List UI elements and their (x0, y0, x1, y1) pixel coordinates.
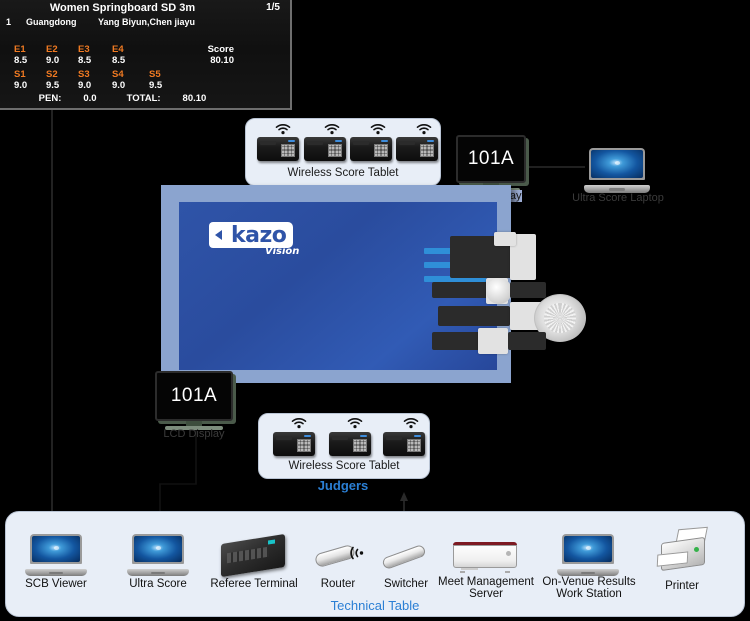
score-label-s2: S2 (46, 69, 58, 80)
scb-viewer-device[interactable] (25, 534, 87, 576)
wifi-icon (350, 545, 370, 568)
router-caption: Router (320, 578, 356, 590)
score-value-s5: 9.5 (149, 80, 163, 91)
lcd-display-bottom: 101A (155, 371, 233, 430)
score-label-e1: E1 (14, 44, 26, 55)
scb-viewer-caption: SCB Viewer (25, 578, 87, 590)
ultra-score-laptop (584, 148, 650, 193)
score-value-s3: 9.0 (78, 80, 92, 91)
on-venue-results-caption: On-Venue Results Work Station (533, 576, 645, 600)
scoreboard-penalty-row: PEN: 0.0 TOTAL: 80.10 (0, 93, 245, 104)
ultra-score-caption: Ultra Score (129, 578, 187, 590)
play-arrow-icon (209, 222, 227, 248)
wireless-score-tablet[interactable] (396, 137, 438, 161)
wireless-score-tablet[interactable] (257, 137, 299, 161)
score-label-s3: S3 (78, 69, 90, 80)
lcd-number: 101A (170, 385, 218, 406)
scoreboard-team: Guangdong (26, 17, 77, 27)
ultra-score-laptop-caption: Ultra Score Laptop (572, 192, 664, 204)
diagram-canvas: Women Springboard SD 3m 1/5 1 Guangdong … (0, 0, 750, 621)
wireless-score-tablet-group-bottom: Wireless Score Tablet (258, 413, 430, 479)
printer-caption: Printer (665, 580, 699, 592)
wireless-score-tablet[interactable] (383, 432, 425, 456)
server-caption-text: Meet Management Server (438, 576, 534, 600)
judgers-label: Judgers (317, 478, 369, 493)
logo-wordmark: kazo (227, 222, 294, 248)
kazo-vision-logo: kazo (209, 222, 294, 248)
camera-projector-device (424, 232, 596, 356)
score-label-e2: E2 (46, 44, 58, 55)
total-value: 80.10 (182, 93, 207, 104)
referee-terminal-caption: Referee Terminal (210, 578, 298, 590)
score-label-s5: S5 (149, 69, 161, 80)
wifi-icon (416, 123, 432, 135)
router-device[interactable] (313, 540, 370, 574)
score-value-e3: 8.5 (78, 55, 92, 66)
meet-management-server-caption: Meet Management Server (430, 576, 542, 600)
wireless-score-tablet[interactable] (273, 432, 315, 456)
penalty-value: 0.0 (83, 93, 97, 104)
scoreboard-heat: 1/5 (266, 2, 280, 13)
printer-device[interactable] (655, 526, 711, 576)
on-venue-caption-text: On-Venue Results Work Station (542, 576, 636, 600)
scoreboard-rank: 1 (6, 17, 12, 27)
score-value-e1: 8.5 (14, 55, 28, 66)
lcd-number: 101A (467, 148, 515, 169)
score-label-total: Score (207, 44, 234, 55)
score-value-s2: 9.5 (46, 80, 60, 91)
lcd-display-bottom-caption: LCD Display (163, 428, 225, 440)
wifi-icon (291, 417, 307, 429)
scoreboard-athletes: Yang Biyun,Chen jiayu (98, 17, 196, 27)
technical-table-panel: Technical Table (5, 511, 745, 617)
score-value-total: 80.10 (210, 55, 234, 66)
score-label-e3: E3 (78, 44, 90, 55)
meet-management-server-device[interactable] (452, 538, 518, 578)
scoreboard: Women Springboard SD 3m 1/5 1 Guangdong … (0, 0, 292, 110)
logo-subtext: Vision (265, 246, 300, 257)
wifi-icon (370, 123, 386, 135)
score-label-s4: S4 (112, 69, 124, 80)
score-value-s1: 9.0 (14, 80, 28, 91)
score-label-s1: S1 (14, 69, 26, 80)
penalty-label: PEN: (38, 93, 62, 104)
scoreboard-title: Women Springboard SD 3m (49, 2, 196, 14)
wifi-icon (275, 123, 291, 135)
wireless-score-tablet[interactable] (329, 432, 371, 456)
referee-terminal-device[interactable] (221, 533, 285, 577)
score-value-s4: 9.0 (112, 80, 126, 91)
total-label: TOTAL: (126, 93, 161, 104)
wireless-score-tablet[interactable] (350, 137, 392, 161)
lcd-display-top: 101A (456, 135, 526, 192)
wireless-score-tablet-group-top: Wireless Score Tablet (245, 118, 441, 186)
score-label-e4: E4 (112, 44, 124, 55)
on-venue-results-device[interactable] (557, 534, 619, 576)
wifi-icon (324, 123, 340, 135)
ultra-score-device[interactable] (127, 534, 189, 576)
technical-table-label: Technical Table (330, 598, 420, 613)
switcher-device[interactable] (381, 542, 432, 574)
score-value-e2: 9.0 (46, 55, 60, 66)
wifi-icon (347, 417, 363, 429)
wireless-score-tablet-label: Wireless Score Tablet (288, 460, 400, 472)
score-value-e4: 8.5 (112, 55, 126, 66)
wireless-score-tablet[interactable] (304, 137, 346, 161)
wireless-score-tablet-label: Wireless Score Tablet (287, 167, 399, 179)
wifi-icon (403, 417, 419, 429)
